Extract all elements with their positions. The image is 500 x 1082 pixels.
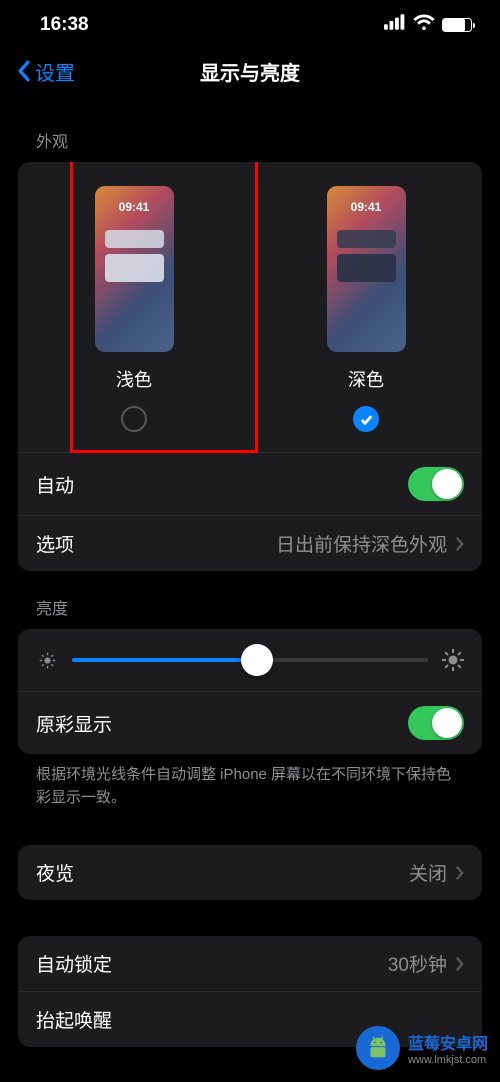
dark-label: 深色 bbox=[348, 366, 384, 392]
watermark: 蓝莓安卓网 www.lmkjst.com bbox=[356, 1026, 488, 1070]
auto-appearance-row[interactable]: 自动 bbox=[18, 452, 482, 515]
true-tone-label: 原彩显示 bbox=[36, 710, 112, 737]
options-label: 选项 bbox=[36, 530, 74, 557]
watermark-logo bbox=[356, 1026, 400, 1070]
light-preview: 09:41 bbox=[95, 186, 174, 352]
night-shift-group: 夜览 关闭 bbox=[18, 845, 482, 900]
back-button[interactable]: 设置 bbox=[16, 57, 75, 86]
chevron-right-icon bbox=[455, 536, 464, 552]
options-value: 日出前保持深色外观 bbox=[276, 530, 447, 557]
auto-lock-row[interactable]: 自动锁定 30秒钟 bbox=[18, 936, 482, 991]
preview-time: 09:41 bbox=[95, 200, 174, 214]
appearance-options-row[interactable]: 选项 日出前保持深色外观 bbox=[18, 515, 482, 571]
raise-to-wake-label: 抬起唤醒 bbox=[36, 1006, 112, 1033]
dark-radio[interactable] bbox=[353, 406, 379, 432]
back-label: 设置 bbox=[35, 57, 75, 86]
watermark-title: 蓝莓安卓网 bbox=[408, 1030, 488, 1054]
dark-preview: 09:41 bbox=[327, 186, 406, 352]
appearance-options: 09:41 浅色 09:41 深色 bbox=[18, 162, 482, 452]
brightness-group: 原彩显示 bbox=[18, 629, 482, 754]
sun-large-icon bbox=[442, 649, 464, 671]
section-header-appearance: 外观 bbox=[0, 104, 500, 162]
status-icons bbox=[384, 14, 472, 36]
wifi-icon bbox=[413, 14, 435, 36]
battery-icon bbox=[442, 18, 472, 32]
chevron-left-icon bbox=[16, 60, 31, 82]
appearance-light-option[interactable]: 09:41 浅色 bbox=[18, 186, 250, 432]
status-bar: 16:38 bbox=[0, 0, 500, 44]
night-shift-value: 关闭 bbox=[409, 859, 447, 886]
auto-toggle[interactable] bbox=[408, 467, 464, 501]
status-time: 16:38 bbox=[40, 14, 89, 36]
night-shift-label: 夜览 bbox=[36, 859, 74, 886]
auto-lock-label: 自动锁定 bbox=[36, 950, 112, 977]
night-shift-row[interactable]: 夜览 关闭 bbox=[18, 845, 482, 900]
slider-fill bbox=[72, 658, 257, 662]
slider-thumb[interactable] bbox=[241, 644, 273, 676]
page-title: 显示与亮度 bbox=[0, 57, 500, 86]
brightness-slider[interactable] bbox=[72, 658, 428, 662]
watermark-url: www.lmkjst.com bbox=[408, 1054, 488, 1066]
appearance-group: 09:41 浅色 09:41 深色 自动 选项 日出前保持深色外观 bbox=[18, 162, 482, 571]
appearance-dark-option[interactable]: 09:41 深色 bbox=[250, 186, 482, 432]
preview-time: 09:41 bbox=[327, 200, 406, 214]
nav-bar: 设置 显示与亮度 bbox=[0, 44, 500, 104]
chevron-right-icon bbox=[455, 956, 464, 972]
auto-lock-value: 30秒钟 bbox=[388, 950, 447, 977]
brightness-slider-row bbox=[18, 629, 482, 691]
true-tone-toggle[interactable] bbox=[408, 706, 464, 740]
auto-label: 自动 bbox=[36, 471, 74, 498]
light-label: 浅色 bbox=[116, 366, 152, 392]
section-header-brightness: 亮度 bbox=[0, 571, 500, 629]
sun-small-icon bbox=[36, 649, 58, 671]
light-radio[interactable] bbox=[121, 406, 147, 432]
true-tone-help: 根据环境光线条件自动调整 iPhone 屏幕以在不同环境下保持色彩显示一致。 bbox=[0, 754, 500, 809]
true-tone-row[interactable]: 原彩显示 bbox=[18, 691, 482, 754]
chevron-right-icon bbox=[455, 865, 464, 881]
watermark-text: 蓝莓安卓网 www.lmkjst.com bbox=[408, 1030, 488, 1066]
signal-icon bbox=[384, 14, 406, 36]
